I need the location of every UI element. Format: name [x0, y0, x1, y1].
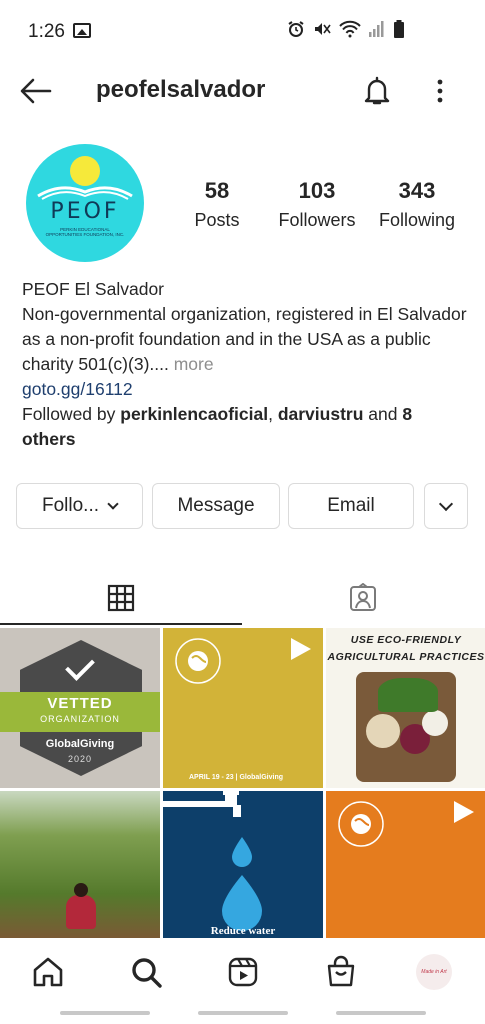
vetted-year: 2020 [67, 754, 93, 764]
battery-icon [394, 20, 404, 38]
radish-graphic [422, 710, 448, 736]
tab-tagged[interactable] [242, 570, 484, 626]
video-play-icon [291, 638, 311, 660]
alarm-icon [288, 21, 304, 37]
bio-description[interactable]: Non-governmental organization, registere… [22, 302, 467, 377]
image-icon [73, 23, 91, 38]
system-nav-bar [336, 1011, 426, 1015]
tagged-icon [350, 583, 376, 611]
nav-shop[interactable] [323, 954, 359, 990]
system-nav-bar [60, 1011, 150, 1015]
shop-icon [327, 955, 355, 987]
leaf-graphic [378, 678, 438, 712]
water-drops-icon [222, 837, 262, 931]
status-time: 1:26 [28, 21, 65, 42]
email-button[interactable]: Email [288, 483, 414, 529]
more-vertical-icon [437, 79, 443, 103]
tab-posts-grid[interactable] [0, 570, 242, 626]
follow-label: Follo... [41, 495, 100, 516]
notifications-button[interactable] [360, 74, 394, 108]
person-head [74, 883, 88, 897]
vetted-title: VETTED [47, 695, 113, 712]
post-thumbnail[interactable] [0, 791, 160, 938]
bottom-navigation: Made in Art [0, 940, 485, 1004]
back-arrow-icon [20, 78, 52, 104]
followers-count: 103 [298, 178, 336, 203]
bio-website-link[interactable]: goto.gg/16112 [22, 377, 467, 402]
profile-header: peofelsalvador [0, 62, 485, 120]
followed-user-1[interactable]: perkinlencaoficial [120, 404, 268, 424]
home-icon [33, 957, 63, 987]
profile-tabs [0, 570, 485, 626]
suggested-accounts-button[interactable] [424, 483, 468, 529]
followed-sep: , [268, 404, 278, 424]
message-button[interactable]: Message [152, 483, 280, 529]
mute-icon [315, 23, 331, 35]
avatar-logo-subtext: PERKIN EDUCATIONAL OPPORTUNITIES FOUNDAT… [45, 227, 125, 237]
post-thumbnail[interactable] [326, 791, 485, 938]
following-count: 343 [398, 178, 436, 203]
following-label: Following [378, 210, 456, 230]
nav-home[interactable] [30, 954, 66, 990]
reels-icon [228, 957, 258, 987]
follow-button[interactable]: Follo... [16, 483, 143, 529]
tab-selected-indicator [0, 623, 242, 625]
vetted-subtitle: ORGANIZATION [40, 714, 120, 724]
stat-posts[interactable]: 58 Posts [182, 178, 252, 230]
post-thumbnail[interactable]: Reduce water [163, 791, 323, 938]
bio-more-link[interactable]: more [169, 354, 214, 374]
post-thumbnail[interactable]: APRIL 19 - 23 | GlobalGiving [163, 628, 323, 788]
profile-username: peofelsalvador [96, 76, 266, 103]
posts-count: 58 [204, 178, 230, 203]
system-nav-bar [198, 1011, 288, 1015]
followed-by[interactable]: Followed by perkinlencaoficial, darviust… [22, 402, 467, 452]
chevron-down-icon [438, 496, 454, 511]
campaign-date: APRIL 19 - 23 | GlobalGiving [189, 774, 284, 781]
stat-followers[interactable]: 103 Followers [272, 178, 362, 230]
message-label: Message [177, 495, 255, 516]
reduce-water-caption: Reduce water [210, 925, 276, 937]
grid-icon [107, 584, 135, 612]
stat-following[interactable]: 343 Following [372, 178, 462, 230]
followed-user-2[interactable]: darviustru [278, 404, 364, 424]
eco-friendly-title: USE ECO-FRIENDLY AGRICULTURAL PRACTICES [327, 634, 485, 663]
more-options-button[interactable] [430, 76, 450, 106]
email-label: Email [327, 495, 375, 516]
book-graphic [37, 186, 133, 200]
profile-bio: PEOF El Salvador Non-governmental organi… [22, 277, 467, 452]
post-thumbnail[interactable]: USE ECO-FRIENDLY AGRICULTURAL PRACTICES [326, 628, 485, 788]
globalgiving-brand: GlobalGiving [45, 738, 115, 750]
followed-prefix: Followed by [22, 404, 121, 424]
nav-reels[interactable] [225, 954, 261, 990]
followers-label: Followers [278, 210, 356, 230]
profile-avatar[interactable]: PEOF PERKIN EDUCATIONAL OPPORTUNITIES FO… [26, 144, 144, 262]
climate-campaign-logo [175, 638, 221, 684]
bell-icon [364, 76, 390, 105]
status-bar: 1:26 [0, 0, 485, 62]
nav-search[interactable] [128, 954, 164, 990]
video-play-icon [454, 801, 474, 823]
signal-icon [369, 21, 384, 37]
bio-text: Non-governmental organization, registere… [22, 304, 467, 374]
wifi-icon [339, 20, 361, 38]
avatar-logo-text: PEOF [50, 199, 120, 224]
followed-and: and [363, 404, 403, 424]
post-thumbnail[interactable]: VETTED ORGANIZATION GlobalGiving 2020 [0, 628, 160, 788]
posts-label: Posts [194, 210, 240, 230]
person-figure [66, 895, 96, 929]
bio-name: PEOF El Salvador [22, 279, 164, 299]
profile-avatar: Made in Art [421, 969, 447, 975]
back-button[interactable] [18, 76, 54, 106]
climate-campaign-logo [338, 801, 384, 847]
status-icons [287, 20, 405, 38]
posts-grid: VETTED ORGANIZATION GlobalGiving 2020 AP… [0, 628, 485, 938]
nav-profile[interactable]: Made in Art [416, 954, 452, 990]
search-icon [132, 958, 162, 988]
onion-graphic [366, 714, 400, 748]
chevron-down-icon [107, 497, 119, 510]
